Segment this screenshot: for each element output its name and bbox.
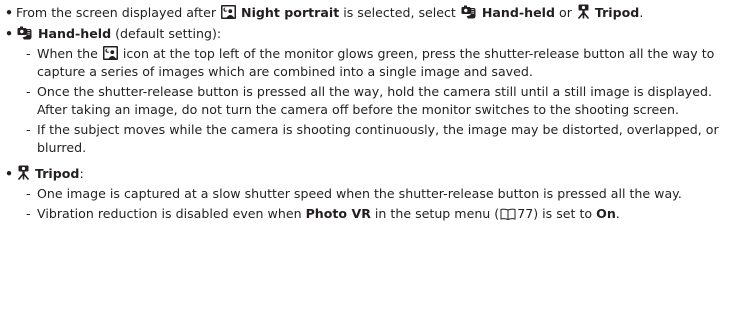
hand-held-item-1: When the icon at the top left of the mon… <box>5 45 748 81</box>
page-reference[interactable]: 77 <box>517 206 533 221</box>
tripod-item-2: Vibration reduction is disabled even whe… <box>5 205 748 223</box>
tripod-icon <box>17 165 30 180</box>
text-segment: or <box>554 5 576 20</box>
tripod-icon <box>577 4 590 19</box>
night-portrait-icon <box>221 5 237 19</box>
text-segment: : <box>79 166 84 181</box>
tripod-heading: Tripod <box>35 166 80 181</box>
manual-page: From the screen displayed after Night po… <box>0 0 748 323</box>
text-segment: . <box>615 206 620 221</box>
text-segment: . <box>639 5 644 20</box>
hand-held-heading: Hand-held <box>38 26 112 41</box>
on-setting-label: On <box>596 206 616 221</box>
hand-held-icon <box>461 5 477 19</box>
night-portrait-label: Night portrait <box>241 5 340 20</box>
text-segment: ) is set to <box>533 206 597 221</box>
tripod-item-1: One image is captured at a slow shutter … <box>5 185 748 203</box>
text-segment: is selected, select <box>339 5 460 20</box>
hand-held-item-2: Once the shutter-release button is press… <box>5 83 748 119</box>
night-portrait-icon <box>102 46 118 60</box>
hand-held-label: Hand-held <box>481 5 555 20</box>
tripod-label: Tripod <box>594 5 640 20</box>
bullet-select-mode: From the screen displayed after Night po… <box>5 4 748 22</box>
text-segment: icon at the top left of the monitor glow… <box>37 46 715 79</box>
hand-held-item-3: If the subject moves while the camera is… <box>5 121 748 157</box>
text-segment: From the screen displayed after <box>16 5 221 20</box>
bullet-tripod: Tripod: <box>5 165 748 183</box>
text-segment: Vibration reduction is disabled even whe… <box>37 206 306 221</box>
book-reference-icon <box>500 208 516 220</box>
text-segment: in the setup menu ( <box>370 206 500 221</box>
photo-vr-label: Photo VR <box>305 206 371 221</box>
hand-held-icon <box>17 26 33 40</box>
text-segment: When the <box>37 46 102 61</box>
bullet-hand-held: Hand-held (default setting): <box>5 25 748 43</box>
text-segment: (default setting): <box>111 26 222 41</box>
